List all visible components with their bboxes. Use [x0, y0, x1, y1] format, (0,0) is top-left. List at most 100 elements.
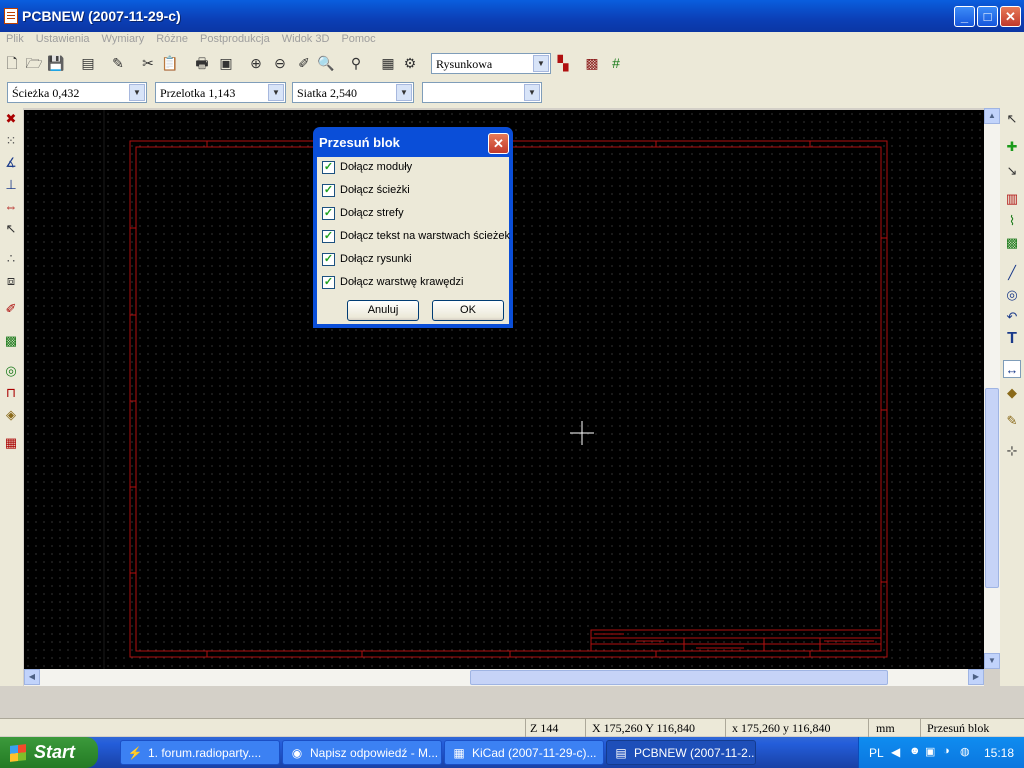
- high-contrast-icon[interactable]: ◈: [2, 406, 20, 424]
- taskbar-item-forum[interactable]: ⚡ 1. forum.radioparty....: [120, 740, 280, 765]
- tray-app-icon[interactable]: ☻: [909, 745, 921, 757]
- add-arc-icon[interactable]: ↶: [1003, 308, 1021, 326]
- taskbar-item-kicad[interactable]: ▦ KiCad (2007-11-29-c)...: [444, 740, 604, 765]
- add-zone-icon[interactable]: ▩: [1003, 234, 1021, 252]
- language-indicator[interactable]: PL: [869, 746, 884, 760]
- volume-icon[interactable]: ◑: [943, 745, 950, 757]
- checkmark-icon[interactable]: ✓: [322, 207, 335, 220]
- zoom-auto-icon[interactable]: 🔍: [317, 54, 335, 72]
- zoom-in-icon[interactable]: ⊕: [247, 54, 265, 72]
- netlist-icon[interactable]: ▦: [379, 54, 397, 72]
- add-line-icon[interactable]: ╱: [1003, 264, 1021, 282]
- chevron-down-icon[interactable]: ▼: [533, 55, 549, 72]
- security-icon[interactable]: ◍: [960, 745, 970, 758]
- chevron-down-icon[interactable]: ▼: [524, 84, 540, 101]
- page-settings-icon[interactable]: ▤: [79, 54, 97, 72]
- add-module-icon[interactable]: ▥: [1003, 190, 1021, 208]
- scroll-down-button[interactable]: ▼: [984, 653, 1000, 669]
- scroll-left-button[interactable]: ◀: [24, 669, 40, 685]
- drc-off-icon[interactable]: ✖: [2, 110, 20, 128]
- scroll-right-button[interactable]: ▶: [968, 669, 984, 685]
- polar-coords-icon[interactable]: ∡: [2, 154, 20, 172]
- checkmark-icon[interactable]: ✓: [322, 184, 335, 197]
- clock[interactable]: 15:18: [984, 746, 1014, 760]
- checkmark-icon[interactable]: ✓: [322, 253, 335, 266]
- show-zones-icon[interactable]: ▩: [2, 332, 20, 350]
- paste-icon[interactable]: 📋: [161, 54, 179, 72]
- pads-sketch-icon[interactable]: ◎: [2, 362, 20, 380]
- checkmark-icon[interactable]: ✓: [322, 161, 335, 174]
- network-icon[interactable]: ▣: [925, 745, 935, 758]
- menu-dimensions[interactable]: Wymiary: [96, 32, 151, 45]
- checkmark-icon[interactable]: ✓: [322, 276, 335, 289]
- start-button[interactable]: Start: [0, 737, 98, 768]
- dialog-close-button[interactable]: ✕: [488, 133, 509, 154]
- layer-select[interactable]: Rysunkowa ▼: [431, 53, 551, 74]
- add-mire-icon[interactable]: ◆: [1003, 384, 1021, 402]
- show-module-ratsnest-icon[interactable]: ⧈: [2, 272, 20, 290]
- zoom-select[interactable]: ▼: [422, 82, 542, 103]
- delete-icon[interactable]: ✎: [1003, 412, 1021, 430]
- menu-file[interactable]: Plik: [0, 32, 30, 45]
- vertical-scroll-thumb[interactable]: [985, 388, 999, 588]
- local-ratsnest-icon[interactable]: ↘: [1003, 162, 1021, 180]
- open-folder-icon[interactable]: 🗁: [25, 54, 43, 72]
- set-origin-icon[interactable]: ⊹: [1003, 442, 1021, 460]
- chevron-down-icon[interactable]: ▼: [129, 84, 145, 101]
- grid-size-select[interactable]: Siatka 2,540 ▼: [292, 82, 414, 103]
- new-file-icon[interactable]: 🗋: [3, 54, 21, 72]
- menu-3d-view[interactable]: Widok 3D: [276, 32, 336, 45]
- select-arrow-icon[interactable]: ↖: [1003, 110, 1021, 128]
- units-inch-icon[interactable]: ⇔: [2, 198, 20, 216]
- menu-misc[interactable]: Różne: [150, 32, 194, 45]
- cursor-shape-icon[interactable]: ↖: [2, 220, 20, 238]
- units-mm-icon[interactable]: ⊥: [2, 176, 20, 194]
- tray-arrow-icon[interactable]: ◀: [891, 745, 900, 759]
- ok-button[interactable]: OK: [432, 300, 504, 321]
- print-icon[interactable]: 🖶: [193, 54, 211, 72]
- taskbar-item-pcbnew[interactable]: ▤ PCBNEW (2007-11-2...: [606, 740, 756, 765]
- close-button[interactable]: ✕: [1000, 6, 1021, 27]
- title-bar[interactable]: PCBNEW (2007-11-29-c) _ □ ✕: [0, 0, 1024, 32]
- horizontal-scroll-thumb[interactable]: [470, 670, 888, 685]
- add-circle-icon[interactable]: ◎: [1003, 286, 1021, 304]
- cancel-button[interactable]: Anuluj: [347, 300, 419, 321]
- highlight-net-icon[interactable]: ✚: [1003, 138, 1021, 156]
- auto-delete-track-icon[interactable]: ✐: [2, 300, 20, 318]
- track-width-select[interactable]: Ścieżka 0,432 ▼: [7, 82, 147, 103]
- minimize-button[interactable]: _: [954, 6, 975, 27]
- menu-help[interactable]: Pomoc: [335, 32, 381, 45]
- find-icon[interactable]: ⚲: [347, 54, 365, 72]
- redraw-icon[interactable]: ✐: [295, 54, 313, 72]
- add-dimension-icon[interactable]: ↔: [1003, 360, 1021, 378]
- drc-icon[interactable]: ⚙: [401, 54, 419, 72]
- load-module-icon[interactable]: ✎: [109, 54, 127, 72]
- plot-icon[interactable]: ▣: [217, 54, 235, 72]
- tracks-sketch-icon[interactable]: ⊓: [2, 384, 20, 402]
- scroll-up-button[interactable]: ▲: [984, 108, 1000, 124]
- add-text-icon[interactable]: T: [1003, 330, 1021, 348]
- microwave-icon[interactable]: ▦: [2, 434, 20, 452]
- checkbox-label: Dołącz warstwę krawędzi: [340, 276, 464, 288]
- show-ratsnest-icon[interactable]: ∴: [2, 250, 20, 268]
- grid-toggle-icon[interactable]: ⁙: [2, 132, 20, 150]
- mode-module-icon[interactable]: ▩: [583, 54, 601, 72]
- layer-pair-icon[interactable]: ▚: [554, 54, 572, 72]
- save-icon[interactable]: 💾: [47, 54, 65, 72]
- taskbar-item-firefox[interactable]: ◉ Napisz odpowiedź - M...: [282, 740, 442, 765]
- crosshair-cursor: [570, 421, 594, 445]
- menu-postprocess[interactable]: Postprodukcja: [194, 32, 276, 45]
- horizontal-scrollbar[interactable]: ◀ ▶: [24, 669, 984, 686]
- chevron-down-icon[interactable]: ▼: [396, 84, 412, 101]
- cut-icon[interactable]: ✂: [139, 54, 157, 72]
- add-track-icon[interactable]: ⌇: [1003, 212, 1021, 230]
- via-size-select[interactable]: Przelotka 1,143 ▼: [155, 82, 286, 103]
- chevron-down-icon[interactable]: ▼: [268, 84, 284, 101]
- mode-track-icon[interactable]: #: [607, 54, 625, 72]
- vertical-scrollbar[interactable]: ▲ ▼: [984, 108, 1000, 669]
- menu-settings[interactable]: Ustawienia: [30, 32, 96, 45]
- checkmark-icon[interactable]: ✓: [322, 230, 335, 243]
- zoom-out-icon[interactable]: ⊖: [271, 54, 289, 72]
- maximize-button[interactable]: □: [977, 6, 998, 27]
- pcbnew-app-icon[interactable]: [4, 8, 18, 24]
